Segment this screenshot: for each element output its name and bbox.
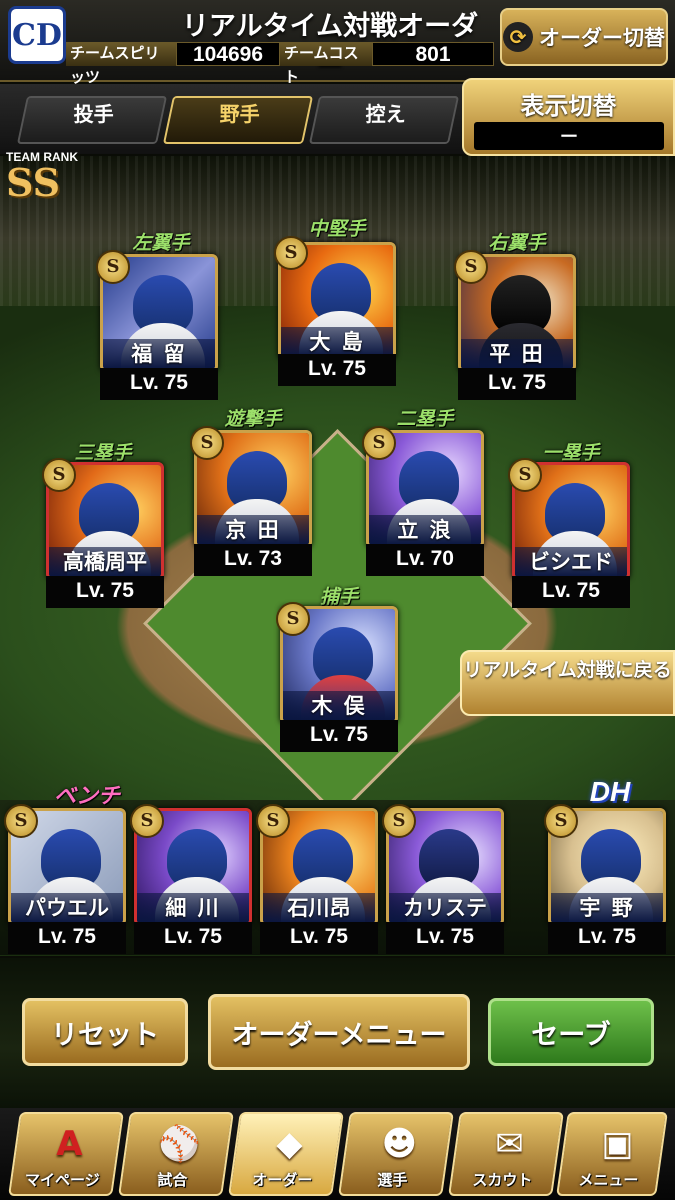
player-level: Lv. 75: [100, 368, 218, 400]
rarity-badge-icon: S: [42, 458, 76, 492]
rarity-badge-icon: S: [274, 236, 308, 270]
player-name: 宇 野: [551, 893, 663, 923]
rarity-badge-icon: S: [362, 426, 396, 460]
order-menu-button[interactable]: オーダーメニュー: [208, 994, 470, 1070]
save-button[interactable]: セーブ: [488, 998, 654, 1066]
tab-reserves[interactable]: 控え: [308, 96, 460, 144]
team-rank: TEAM RANK SS: [6, 150, 116, 202]
tab-fielders-label: 野手: [219, 102, 260, 126]
player-name: 大 島: [281, 327, 393, 357]
team-spirits-label: チームスピリッツ: [66, 42, 176, 86]
player-level: Lv. 75: [134, 922, 252, 954]
rarity-badge-icon: S: [4, 804, 38, 838]
display-toggle-label: 表示切替: [520, 92, 617, 120]
team-cost-value: 801: [372, 42, 494, 66]
tab-fielders[interactable]: 野手: [162, 96, 314, 144]
rarity-badge-icon: S: [256, 804, 290, 838]
player-name: 平 田: [461, 339, 573, 369]
player-name: 木 俣: [283, 691, 395, 721]
player-level: Lv. 70: [366, 544, 484, 576]
tab-reserves-label: 控え: [365, 102, 406, 126]
baseball-icon: ⚾: [158, 1124, 201, 1164]
player-name: 福 留: [103, 339, 215, 369]
field-icon: ◆: [276, 1124, 303, 1164]
player-name: パウエル: [11, 893, 123, 923]
team-cost-label: チームコスト: [280, 42, 372, 86]
team-rank-value: SS: [6, 160, 61, 205]
nav-order-label: オーダー: [252, 1171, 313, 1189]
bench-label: ベンチ: [53, 784, 120, 809]
nav-mypage-label: マイページ: [25, 1171, 100, 1189]
return-to-realtime-button[interactable]: リアルタイム対戦に戻る: [460, 650, 675, 716]
rarity-badge-icon: S: [276, 602, 310, 636]
nav-menu-label: メニュー: [578, 1171, 639, 1189]
player-level: Lv. 75: [46, 576, 164, 608]
rarity-badge-icon: S: [544, 804, 578, 838]
player-level: Lv. 75: [8, 922, 126, 954]
swap-icon: ⟳: [503, 22, 533, 52]
nav-match-label: 試合: [157, 1171, 188, 1189]
player-name: 細 川: [137, 893, 249, 923]
menu-icon: ▣: [601, 1124, 634, 1164]
tab-pitchers-label: 投手: [73, 102, 114, 126]
player-icon: ☻: [381, 1124, 418, 1164]
nav-menu[interactable]: ▣ メニュー: [556, 1112, 668, 1196]
nav-match[interactable]: ⚾ 試合: [118, 1112, 234, 1196]
rarity-badge-icon: S: [190, 426, 224, 460]
display-toggle-value: －: [474, 122, 664, 150]
rarity-badge-icon: S: [96, 250, 130, 284]
player-name: 立 浪: [369, 515, 481, 545]
rarity-badge-icon: S: [454, 250, 488, 284]
player-level: Lv. 75: [280, 720, 398, 752]
nav-mypage[interactable]: A マイページ: [8, 1112, 124, 1196]
player-name: 京 田: [197, 515, 309, 545]
dh-label: DH: [589, 776, 631, 807]
team-spirits-value: 104696: [176, 42, 280, 66]
nav-scout-label: スカウト: [472, 1171, 533, 1189]
player-level: Lv. 75: [386, 922, 504, 954]
nav-order[interactable]: ◆ オーダー: [228, 1112, 344, 1196]
reset-button[interactable]: リセット: [22, 998, 188, 1066]
scout-card-icon: ✉: [495, 1124, 524, 1164]
tab-pitchers[interactable]: 投手: [16, 96, 168, 144]
player-level: Lv. 75: [278, 354, 396, 386]
player-name: 石川昂: [263, 893, 375, 923]
mypage-icon: A: [56, 1124, 83, 1164]
player-level: Lv. 75: [548, 922, 666, 954]
rarity-badge-icon: S: [508, 458, 542, 492]
rarity-badge-icon: S: [130, 804, 164, 838]
order-switch-label: オーダー切替: [539, 26, 665, 50]
player-level: Lv. 75: [458, 368, 576, 400]
nav-players-label: 選手: [377, 1171, 408, 1189]
rarity-badge-icon: S: [382, 804, 416, 838]
nav-players[interactable]: ☻ 選手: [338, 1112, 454, 1196]
team-logo: CD: [8, 6, 66, 64]
player-name: ビシエド: [515, 547, 627, 577]
player-level: Lv. 75: [512, 576, 630, 608]
player-level: Lv. 73: [194, 544, 312, 576]
display-toggle-button[interactable]: 表示切替 －: [462, 78, 675, 156]
order-switch-button[interactable]: ⟳ オーダー切替: [500, 8, 668, 66]
player-name: 高橋周平: [49, 547, 161, 577]
player-name: カリステ: [389, 893, 501, 923]
nav-scout[interactable]: ✉ スカウト: [448, 1112, 564, 1196]
player-level: Lv. 75: [260, 922, 378, 954]
